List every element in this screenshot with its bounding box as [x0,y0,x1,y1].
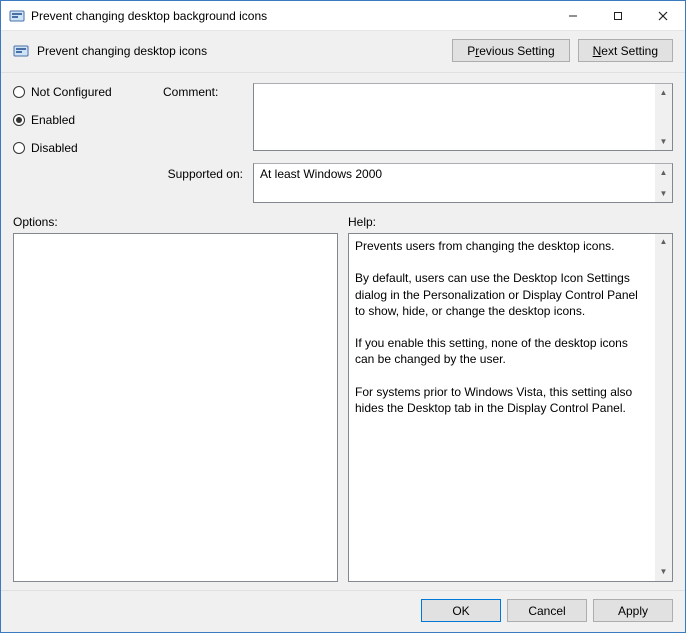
scroll-down-icon[interactable]: ▼ [655,133,672,150]
previous-setting-button[interactable]: Previous Setting [452,39,569,62]
scroll-up-icon: ▲ [655,164,672,181]
cancel-button[interactable]: Cancel [507,599,587,622]
lower-panels: Options: Help: Prevents users from chang… [13,215,673,582]
next-setting-button[interactable]: Next Setting [578,39,673,62]
supported-row: Supported on: At least Windows 2000 ▲ ▼ [13,163,673,203]
scrollbar: ▲ ▼ [655,164,672,202]
scroll-down-icon[interactable]: ▼ [655,564,672,581]
minimize-button[interactable] [550,1,595,30]
policy-header: Prevent changing desktop icons Previous … [1,31,685,73]
comment-label: Comment: [163,83,243,155]
radio-not-configured[interactable]: Not Configured [13,85,153,99]
help-text: For systems prior to Windows Vista, this… [355,384,650,416]
maximize-button[interactable] [595,1,640,30]
help-column: Help: Prevents users from changing the d… [348,215,673,582]
policy-icon [13,43,29,59]
state-radio-group: Not Configured Enabled Disabled [13,83,153,155]
comment-input[interactable]: ▲ ▼ [253,83,673,151]
close-button[interactable] [640,1,685,30]
radio-icon [13,114,25,126]
radio-icon [13,142,25,154]
help-label: Help: [348,215,673,229]
radio-label: Enabled [31,113,75,127]
scrollbar[interactable]: ▲ ▼ [655,84,672,150]
options-label: Options: [13,215,338,229]
policy-icon [9,8,25,24]
radio-label: Disabled [31,141,78,155]
state-row: Not Configured Enabled Disabled Comment:… [13,83,673,155]
supported-on-field: At least Windows 2000 ▲ ▼ [253,163,673,203]
dialog-footer: OK Cancel Apply [1,590,685,632]
supported-value: At least Windows 2000 [260,167,382,181]
policy-title: Prevent changing desktop icons [37,44,444,58]
radio-enabled[interactable]: Enabled [13,113,153,127]
comment-field-col: ▲ ▼ [253,83,673,155]
help-text: If you enable this setting, none of the … [355,335,650,367]
scroll-down-icon: ▼ [655,185,672,202]
help-panel: Prevents users from changing the desktop… [348,233,673,582]
radio-icon [13,86,25,98]
options-column: Options: [13,215,338,582]
window-controls [550,1,685,30]
titlebar: Prevent changing desktop background icon… [1,1,685,31]
window-title: Prevent changing desktop background icon… [31,9,550,23]
supported-label: Supported on: [163,163,243,181]
scrollbar[interactable]: ▲ ▼ [655,234,672,581]
scroll-up-icon[interactable]: ▲ [655,84,672,101]
apply-button[interactable]: Apply [593,599,673,622]
options-panel [13,233,338,582]
radio-disabled[interactable]: Disabled [13,141,153,155]
content-area: Not Configured Enabled Disabled Comment:… [1,73,685,590]
scroll-up-icon[interactable]: ▲ [655,234,672,251]
help-text: Prevents users from changing the desktop… [355,238,650,254]
help-text: By default, users can use the Desktop Ic… [355,270,650,319]
ok-button[interactable]: OK [421,599,501,622]
radio-label: Not Configured [31,85,112,99]
